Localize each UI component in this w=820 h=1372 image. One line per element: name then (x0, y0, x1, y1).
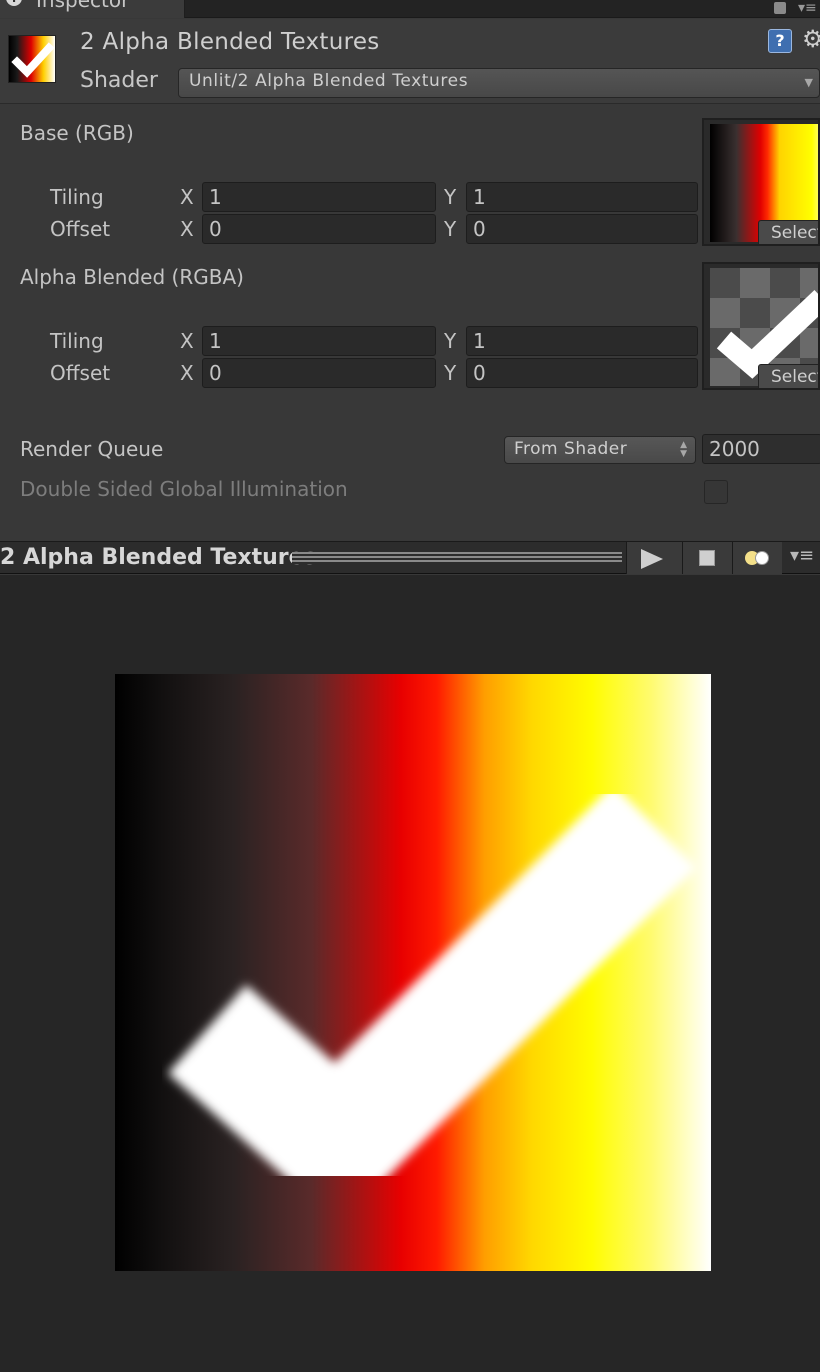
alpha-tiling-x-field[interactable]: 1 (202, 326, 436, 356)
base-offset-y-value: 0 (473, 217, 486, 241)
alpha-tiling-y-field[interactable]: 1 (466, 326, 698, 356)
lock-icon[interactable] (774, 2, 786, 14)
render-queue-value: 2000 (709, 437, 760, 461)
base-texture-label: Base (RGB) (20, 121, 134, 145)
tab-inspector-label: Inspector (36, 0, 130, 12)
preview-drag-handle[interactable] (292, 552, 622, 564)
base-texture-slot[interactable]: Select (702, 118, 820, 246)
alpha-offset-x-field[interactable]: 0 (202, 358, 436, 388)
alpha-offset-y-field[interactable]: 0 (466, 358, 698, 388)
material-preview-thumbnail (8, 35, 56, 83)
stop-button[interactable] (682, 542, 732, 574)
stop-icon (699, 550, 715, 566)
tab-menu-icon[interactable]: ▾≡ (798, 0, 817, 16)
base-tiling-label: Tiling (50, 185, 104, 209)
base-offset-label: Offset (50, 217, 111, 241)
light-button[interactable] (732, 542, 782, 574)
alpha-offset-y-label: Y (444, 361, 457, 385)
shader-dropdown-value: Unlit/2 Alpha Blended Textures (189, 71, 469, 91)
base-tiling-y-field[interactable]: 1 (466, 182, 698, 212)
material-header: 2 Alpha Blended Textures ? ⚙ Shader Unli… (0, 19, 820, 104)
alpha-tiling-y-label: Y (444, 329, 457, 353)
checkmark-icon (167, 784, 697, 1225)
base-tiling-y-value: 1 (473, 185, 486, 209)
menu-icon[interactable]: ▾≡ (790, 545, 814, 566)
light-icon (745, 551, 771, 565)
alpha-offset-y-value: 0 (473, 361, 486, 385)
material-preview-quad (115, 674, 711, 1271)
alpha-tiling-x-label: X (180, 329, 194, 353)
play-button[interactable] (626, 542, 682, 574)
base-tiling-x-field[interactable]: 1 (202, 182, 436, 212)
alpha-texture-select-button[interactable]: Select (758, 364, 820, 388)
alpha-select-label: Select (771, 367, 820, 387)
inspector-tabbar: i Inspector ▾≡ (0, 0, 820, 18)
info-icon: i (6, 0, 22, 6)
double-sided-gi-label: Double Sided Global Illumination (20, 477, 348, 501)
preview-title: 2 Alpha Blended Textures (0, 545, 317, 570)
help-icon[interactable]: ? (768, 29, 792, 53)
alpha-texture-label: Alpha Blended (RGBA) (20, 265, 244, 289)
shader-label: Shader (80, 68, 158, 93)
alpha-offset-x-value: 0 (209, 361, 222, 385)
alpha-tiling-y-value: 1 (473, 329, 486, 353)
tab-inspector[interactable]: i Inspector (0, 0, 185, 18)
shader-dropdown[interactable]: Unlit/2 Alpha Blended Textures ▼ (178, 68, 820, 98)
base-offset-y-field[interactable]: 0 (466, 214, 698, 244)
chevron-down-icon: ▼ (804, 76, 813, 89)
render-queue-value-field[interactable]: 2000 (702, 434, 820, 464)
preview-toolbar: 2 Alpha Blended Textures ▾≡ (0, 541, 820, 574)
base-tiling-x-label: X (180, 185, 194, 209)
updown-arrows-icon: ▲ ▼ (680, 440, 687, 459)
base-texture-select-button[interactable]: Select (758, 220, 820, 244)
base-offset-x-field[interactable]: 0 (202, 214, 436, 244)
preview-area[interactable] (0, 575, 820, 1372)
base-select-label: Select (771, 223, 820, 243)
base-offset-y-label: Y (444, 217, 457, 241)
base-offset-x-label: X (180, 217, 194, 241)
double-sided-gi-checkbox[interactable] (704, 480, 728, 504)
base-tiling-x-value: 1 (209, 185, 222, 209)
render-queue-mode-value: From Shader (514, 439, 628, 459)
checkmark-icon (11, 42, 55, 78)
alpha-offset-label: Offset (50, 361, 111, 385)
render-queue-mode-dropdown[interactable]: From Shader ▲ ▼ (504, 436, 696, 464)
alpha-tiling-x-value: 1 (209, 329, 222, 353)
alpha-offset-x-label: X (180, 361, 194, 385)
material-name: 2 Alpha Blended Textures (80, 29, 380, 55)
render-queue-label: Render Queue (20, 437, 164, 461)
alpha-tiling-label: Tiling (50, 329, 104, 353)
base-offset-x-value: 0 (209, 217, 222, 241)
alpha-texture-slot[interactable]: Select (702, 262, 820, 390)
play-icon (641, 549, 663, 569)
base-tiling-y-label: Y (444, 185, 457, 209)
gear-icon[interactable]: ⚙ (802, 27, 820, 51)
